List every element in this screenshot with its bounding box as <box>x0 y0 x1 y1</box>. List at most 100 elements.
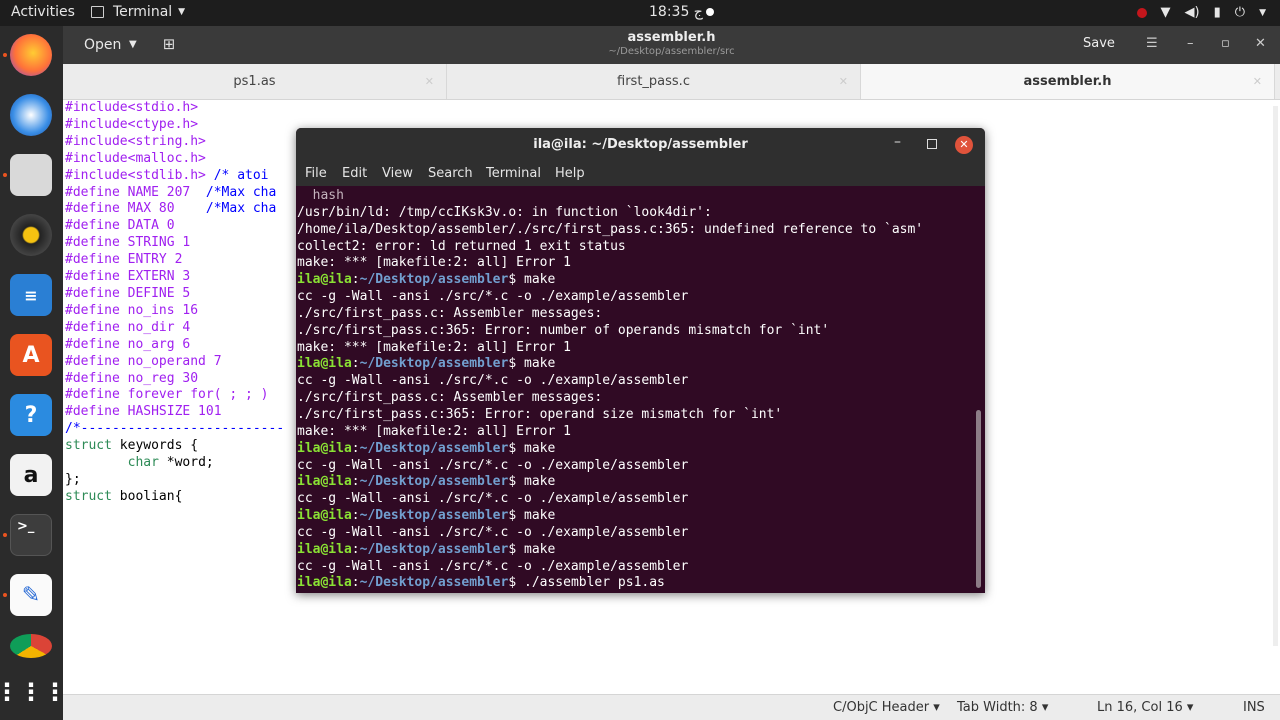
hamburger-menu-icon[interactable]: ☰ <box>1146 36 1158 51</box>
prompt-path: ~/Desktop/assembler <box>359 541 509 557</box>
terminal-output-line: cc -g -Wall -ansi ./src/*.c -o ./example… <box>297 558 689 574</box>
menu-search[interactable]: Search <box>428 166 473 181</box>
maximize-icon[interactable] <box>927 139 937 149</box>
thunderbird-icon[interactable] <box>10 94 52 136</box>
prompt-user: ila@ila <box>297 541 352 557</box>
terminal-output-line: /usr/bin/ld: /tmp/ccIKsk3v.o: in functio… <box>297 204 712 220</box>
help-icon[interactable]: ? <box>10 394 52 436</box>
running-indicator <box>3 53 7 57</box>
terminal-output-line: ./src/first_pass.c: Assembler messages: <box>297 305 603 321</box>
menu-terminal[interactable]: Terminal <box>486 166 541 181</box>
record-icon <box>1136 7 1147 18</box>
close-icon[interactable]: ✕ <box>425 64 434 100</box>
menu-file[interactable]: File <box>305 166 327 181</box>
menu-help[interactable]: Help <box>555 166 585 181</box>
maximize-icon[interactable]: ▫ <box>1221 36 1230 51</box>
libreoffice-writer-icon[interactable]: ≡ <box>10 274 52 316</box>
notification-dot-icon <box>705 8 714 16</box>
language-selector[interactable]: C/ObjC Header ▾ <box>833 700 940 715</box>
chevron-down-icon: ▼ <box>178 7 186 17</box>
prompt-user: ila@ila <box>297 440 352 456</box>
show-apps-icon[interactable]: ⋮⋮⋮ <box>0 671 67 713</box>
tab-width-selector[interactable]: Tab Width: 8 ▾ <box>957 700 1048 715</box>
terminal-output-line: hash <box>297 188 344 203</box>
terminal-prompt-line: ila@ila:~/Desktop/assembler$ make <box>297 356 556 372</box>
files-icon[interactable] <box>10 154 52 196</box>
status-bar: C/ObjC Header ▾ Tab Width: 8 ▾ Ln 16, Co… <box>63 694 1280 720</box>
clock[interactable]: 18:35 ج <box>649 4 714 20</box>
terminal-prompt-line: ila@ila:~/Desktop/assembler$ make <box>297 508 556 524</box>
terminal-output-line: /home/ila/Desktop/assembler/./src/first_… <box>297 221 924 237</box>
prompt-path: ~/Desktop/assembler <box>359 474 509 490</box>
prompt-user: ila@ila <box>297 575 352 591</box>
prompt-user: ila@ila <box>297 474 352 490</box>
tab-width-label: Tab Width: 8 <box>957 700 1038 715</box>
terminal-prompt-line: ila@ila:~/Desktop/assembler$ make <box>297 474 556 490</box>
terminal-title-bar[interactable]: ila@ila: ~/Desktop/assembler – ✕ <box>296 128 985 162</box>
tab-label: first_pass.c <box>617 74 690 89</box>
prompt-command: $ make <box>508 272 556 288</box>
dock: ≡ A ? a >_ ✎ ⋮⋮⋮ <box>0 26 67 720</box>
prompt-command: $ ./assembler ps1.as <box>508 575 665 591</box>
tab-assembler-h[interactable]: assembler.h ✕ <box>861 64 1275 99</box>
terminal-output-line: collect2: error: ld returned 1 exit stat… <box>297 238 626 254</box>
prompt-command: $ make <box>508 356 556 372</box>
terminal-output-line: cc -g -Wall -ansi ./src/*.c -o ./example… <box>297 373 689 389</box>
text-editor-icon[interactable]: ✎ <box>10 574 52 616</box>
running-indicator <box>3 173 7 177</box>
terminal-icon[interactable]: >_ <box>10 514 52 556</box>
chevron-down-icon: ▼ <box>1259 7 1266 18</box>
tab-ps1-as[interactable]: ps1.as ✕ <box>63 64 447 99</box>
terminal-output-line: cc -g -Wall -ansi ./src/*.c -o ./example… <box>297 491 689 507</box>
terminal-window: ila@ila: ~/Desktop/assembler – ✕ File Ed… <box>296 128 985 593</box>
terminal-output-line: ./src/first_pass.c:365: Error: number of… <box>297 322 830 338</box>
close-icon[interactable]: ✕ <box>1255 36 1266 51</box>
activities-button[interactable]: Activities <box>11 4 75 20</box>
menu-edit[interactable]: Edit <box>342 166 367 181</box>
amazon-icon[interactable]: a <box>10 454 52 496</box>
terminal-title: ila@ila: ~/Desktop/assembler <box>533 137 748 152</box>
minimize-icon[interactable]: – <box>1187 36 1194 51</box>
wifi-icon: ▼ <box>1160 5 1171 20</box>
battery-icon: ▮ <box>1213 5 1221 20</box>
clock-label: 18:35 ج <box>649 4 703 20</box>
terminal-output-line: cc -g -Wall -ansi ./src/*.c -o ./example… <box>297 524 689 540</box>
chrome-icon[interactable] <box>10 634 52 658</box>
close-icon[interactable]: ✕ <box>1253 64 1262 100</box>
prompt-path: ~/Desktop/assembler <box>359 508 509 524</box>
cursor-position-label: Ln 16, Col 16 <box>1097 700 1183 715</box>
terminal-output-line: make: *** [makefile:2: all] Error 1 <box>297 423 571 439</box>
firefox-icon[interactable] <box>10 34 52 76</box>
system-tray[interactable]: ▼ ◀) ▮ ⏻ ▼ <box>1136 5 1266 20</box>
prompt-path: ~/Desktop/assembler <box>359 356 509 372</box>
cursor-position[interactable]: Ln 16, Col 16 ▾ <box>1097 700 1193 715</box>
terminal-prompt-line: ila@ila:~/Desktop/assembler$ make <box>297 440 556 456</box>
prompt-command: $ make <box>508 474 556 490</box>
terminal-output[interactable]: hash/usr/bin/ld: /tmp/ccIKsk3v.o: in fun… <box>297 186 973 593</box>
terminal-output-line: make: *** [makefile:2: all] Error 1 <box>297 255 571 271</box>
rhythmbox-icon[interactable] <box>10 214 52 256</box>
close-icon[interactable]: ✕ <box>955 136 973 154</box>
editor-scrollbar[interactable] <box>1273 106 1278 646</box>
terminal-prompt-line: ila@ila:~/Desktop/assembler$ ./assembler… <box>297 575 665 591</box>
menu-view[interactable]: View <box>382 166 413 181</box>
power-icon: ⏻ <box>1234 5 1246 20</box>
volume-icon: ◀) <box>1184 5 1200 20</box>
prompt-user: ila@ila <box>297 508 352 524</box>
app-menu[interactable]: Terminal ▼ <box>91 4 185 20</box>
document-tabs: ps1.as ✕ first_pass.c ✕ assembler.h ✕ <box>63 64 1280 100</box>
tab-first-pass-c[interactable]: first_pass.c ✕ <box>447 64 861 99</box>
terminal-scrollbar[interactable] <box>976 410 981 588</box>
software-center-icon[interactable]: A <box>10 334 52 376</box>
terminal-menu-bar: File Edit View Search Terminal Help <box>296 162 985 186</box>
prompt-path: ~/Desktop/assembler <box>359 575 509 591</box>
language-label: C/ObjC Header <box>833 700 930 715</box>
minimize-icon[interactable]: – <box>894 134 901 150</box>
terminal-prompt-line: ila@ila:~/Desktop/assembler$ make <box>297 541 556 557</box>
terminal-output-line: ./src/first_pass.c:365: Error: operand s… <box>297 406 783 422</box>
top-bar: Activities Terminal ▼ 18:35 ج ▼ ◀) ▮ ⏻ ▼ <box>0 0 1280 26</box>
prompt-command: $ make <box>508 508 556 524</box>
terminal-output-line: make: *** [makefile:2: all] Error 1 <box>297 339 571 355</box>
save-button[interactable]: Save <box>1083 36 1115 51</box>
close-icon[interactable]: ✕ <box>839 64 848 100</box>
